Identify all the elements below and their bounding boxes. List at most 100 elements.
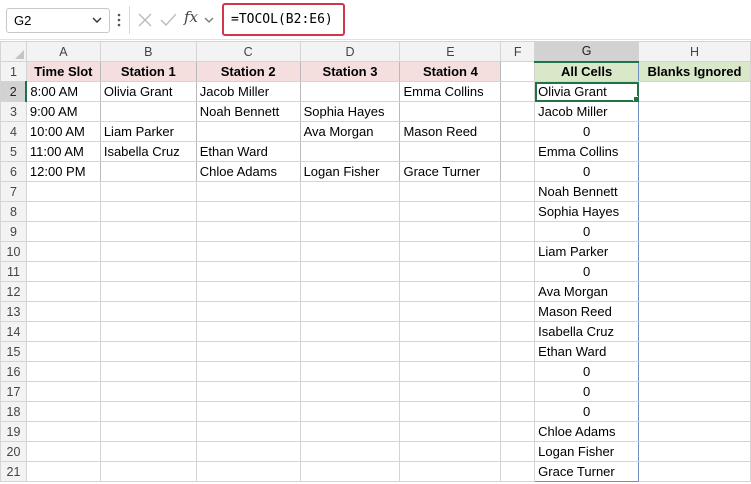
row-header-18[interactable]: 18	[0, 401, 27, 422]
row-header-20[interactable]: 20	[0, 441, 27, 462]
cell-b5[interactable]: Isabella Cruz	[99, 141, 197, 162]
cell-h19[interactable]	[638, 421, 751, 442]
cell-g14[interactable]: Isabella Cruz	[534, 321, 640, 342]
cell-h15[interactable]	[638, 341, 751, 362]
cell-f10[interactable]	[500, 241, 536, 262]
cell-c7[interactable]	[195, 181, 301, 202]
cell-b10[interactable]	[99, 241, 197, 262]
cell-g12[interactable]: Ava Morgan	[534, 281, 640, 302]
cell-f15[interactable]	[500, 341, 536, 362]
column-header-a[interactable]: A	[25, 41, 101, 62]
cell-e16[interactable]	[399, 361, 502, 382]
cell-g4[interactable]: 0	[534, 121, 640, 142]
cell-b7[interactable]	[99, 181, 197, 202]
cancel-icon[interactable]	[137, 12, 153, 28]
cell-d14[interactable]	[299, 321, 401, 342]
cell-d19[interactable]	[299, 421, 401, 442]
cell-d6[interactable]: Logan Fisher	[299, 161, 401, 182]
cell-e19[interactable]	[399, 421, 502, 442]
cell-a16[interactable]	[25, 361, 101, 382]
column-header-d[interactable]: D	[299, 41, 401, 62]
cell-c5[interactable]: Ethan Ward	[195, 141, 301, 162]
cell-e18[interactable]	[399, 401, 502, 422]
cell-h16[interactable]	[638, 361, 751, 382]
cell-a19[interactable]	[25, 421, 101, 442]
cell-b1[interactable]: Station 1	[99, 61, 197, 82]
cell-a15[interactable]	[25, 341, 101, 362]
row-header-4[interactable]: 4	[0, 121, 27, 142]
cell-f19[interactable]	[500, 421, 536, 442]
cell-c14[interactable]	[195, 321, 301, 342]
cell-b12[interactable]	[99, 281, 197, 302]
cell-h5[interactable]	[638, 141, 751, 162]
cell-d21[interactable]	[299, 461, 401, 482]
row-header-5[interactable]: 5	[0, 141, 27, 162]
cell-a12[interactable]	[25, 281, 101, 302]
cell-e7[interactable]	[399, 181, 502, 202]
cell-c9[interactable]	[195, 221, 301, 242]
more-options-icon[interactable]	[116, 12, 122, 28]
cell-h12[interactable]	[638, 281, 751, 302]
cell-c15[interactable]	[195, 341, 301, 362]
column-header-e[interactable]: E	[399, 41, 502, 62]
cell-f14[interactable]	[500, 321, 536, 342]
cell-e8[interactable]	[399, 201, 502, 222]
cell-f11[interactable]	[500, 261, 536, 282]
cell-e6[interactable]: Grace Turner	[399, 161, 502, 182]
cell-f18[interactable]	[500, 401, 536, 422]
cell-a11[interactable]	[25, 261, 101, 282]
cell-e20[interactable]	[399, 441, 502, 462]
cell-f12[interactable]	[500, 281, 536, 302]
cell-d9[interactable]	[299, 221, 401, 242]
active-cell-g2[interactable]: Olivia Grant	[534, 81, 640, 102]
cell-g18[interactable]: 0	[534, 401, 640, 422]
cell-b21[interactable]	[99, 461, 197, 482]
cell-b20[interactable]	[99, 441, 197, 462]
cell-c20[interactable]	[195, 441, 301, 462]
cell-f5[interactable]	[500, 141, 536, 162]
cell-a5[interactable]: 11:00 AM	[25, 141, 101, 162]
cell-b8[interactable]	[99, 201, 197, 222]
cell-h13[interactable]	[638, 301, 751, 322]
column-header-g[interactable]: G	[534, 41, 640, 63]
cell-c21[interactable]	[195, 461, 301, 482]
cell-h11[interactable]	[638, 261, 751, 282]
cell-d16[interactable]	[299, 361, 401, 382]
cell-d10[interactable]	[299, 241, 401, 262]
cell-d18[interactable]	[299, 401, 401, 422]
cell-d15[interactable]	[299, 341, 401, 362]
cell-f20[interactable]	[500, 441, 536, 462]
cell-c11[interactable]	[195, 261, 301, 282]
row-header-6[interactable]: 6	[0, 161, 27, 182]
cell-e5[interactable]	[399, 141, 502, 162]
cell-f1[interactable]	[500, 61, 536, 82]
cell-a1[interactable]: Time Slot	[25, 61, 101, 82]
cell-c17[interactable]	[195, 381, 301, 402]
cell-c2[interactable]: Jacob Miller	[195, 81, 301, 102]
fill-handle[interactable]	[633, 96, 638, 101]
cell-a9[interactable]	[25, 221, 101, 242]
cell-d11[interactable]	[299, 261, 401, 282]
cell-b19[interactable]	[99, 421, 197, 442]
row-header-11[interactable]: 11	[0, 261, 27, 282]
cell-a10[interactable]	[25, 241, 101, 262]
cell-b3[interactable]	[99, 101, 197, 122]
cell-g8[interactable]: Sophia Hayes	[534, 201, 640, 222]
row-header-13[interactable]: 13	[0, 301, 27, 322]
row-header-21[interactable]: 21	[0, 461, 27, 482]
cell-f7[interactable]	[500, 181, 536, 202]
cell-e4[interactable]: Mason Reed	[399, 121, 502, 142]
cell-g13[interactable]: Mason Reed	[534, 301, 640, 322]
cell-e9[interactable]	[399, 221, 502, 242]
cell-d13[interactable]	[299, 301, 401, 322]
cell-a3[interactable]: 9:00 AM	[25, 101, 101, 122]
chevron-down-icon[interactable]	[90, 12, 104, 28]
cell-a18[interactable]	[25, 401, 101, 422]
cell-c1[interactable]: Station 2	[195, 61, 301, 82]
column-header-b[interactable]: B	[99, 41, 197, 62]
name-box[interactable]: G2	[6, 8, 110, 33]
cell-c18[interactable]	[195, 401, 301, 422]
cell-h6[interactable]	[638, 161, 751, 182]
cell-b11[interactable]	[99, 261, 197, 282]
cell-g9[interactable]: 0	[534, 221, 640, 242]
